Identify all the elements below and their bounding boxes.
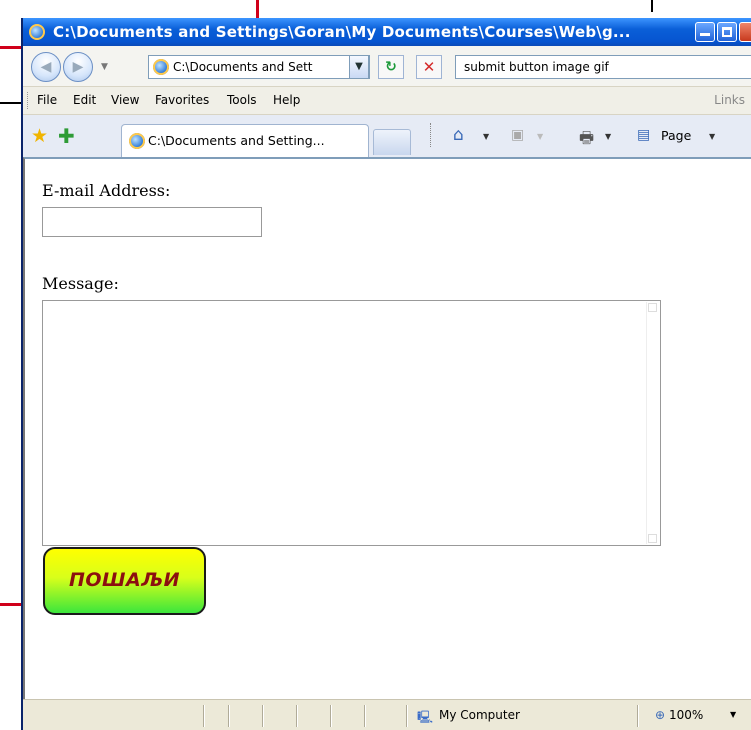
email-label: E-mail Address:	[42, 181, 171, 200]
tab-title: C:\Documents and Setting...	[148, 133, 325, 148]
page-icon[interactable]: ▤	[637, 127, 650, 143]
zoom-icon: ⊕	[655, 708, 666, 722]
address-text[interactable]: C:\Documents and Sett	[173, 60, 313, 74]
zoom-dropdown-icon[interactable]: ▼	[730, 710, 736, 719]
new-tab-button[interactable]	[373, 129, 411, 155]
page-menu[interactable]: Page	[661, 128, 691, 143]
send-button-label: ПОШАЉИ	[68, 569, 181, 591]
status-separator	[406, 705, 408, 727]
window-title: C:\Documents and Settings\Goran\My Docum…	[53, 23, 631, 41]
send-button[interactable]: ПОШАЉИ	[43, 547, 206, 615]
search-text[interactable]: submit button image gif	[464, 60, 609, 74]
links-toolbar[interactable]: Links	[714, 93, 745, 107]
status-separator	[364, 705, 366, 727]
page-content: E-mail Address: Message: ПОШАЉИ	[23, 157, 751, 699]
feeds-dropdown-icon: ▼	[537, 132, 544, 141]
toolbar-grip[interactable]	[27, 92, 31, 109]
title-bar: C:\Documents and Settings\Goran\My Docum…	[23, 18, 751, 46]
favorites-star-icon[interactable]: ★	[31, 125, 48, 147]
print-icon[interactable]: 🖶	[579, 127, 594, 154]
email-field[interactable]	[42, 207, 262, 237]
message-scrollbar[interactable]	[646, 302, 659, 544]
navigation-bar: ◀ ▶ ▼ C:\Documents and Sett ▼ ↻ ✕ submit…	[23, 46, 751, 87]
status-separator	[262, 705, 264, 727]
message-label: Message:	[42, 274, 119, 293]
annotation-line	[651, 0, 653, 12]
stop-button[interactable]: ✕	[416, 55, 442, 79]
menu-favorites[interactable]: Favorites	[155, 93, 209, 107]
search-box[interactable]: submit button image gif	[455, 55, 751, 79]
menu-help[interactable]: Help	[273, 93, 300, 107]
tab-bar: ★ ✚ C:\Documents and Setting... ⌂ ▼ ▣ ▼ …	[23, 115, 751, 158]
computer-zone-icon: 🖳	[417, 710, 434, 724]
maximize-button[interactable]	[717, 22, 737, 42]
menu-bar: File Edit View Favorites Tools Help Link…	[23, 87, 751, 115]
page-dropdown-icon[interactable]: ▼	[709, 132, 715, 141]
annotation-line	[0, 102, 22, 104]
home-icon[interactable]: ⌂	[453, 125, 464, 145]
security-zone[interactable]: My Computer	[439, 708, 520, 722]
status-separator	[296, 705, 298, 727]
page-icon	[153, 59, 169, 75]
back-button[interactable]: ◀	[31, 52, 61, 82]
forward-arrow-icon: ▶	[72, 59, 84, 75]
status-separator	[228, 705, 230, 727]
address-dropdown-button[interactable]: ▼	[349, 55, 369, 79]
scroll-up-button[interactable]	[648, 303, 657, 312]
menu-tools[interactable]: Tools	[227, 93, 257, 107]
status-bar: 🖳 My Computer ⊕ 100% ▼	[23, 699, 751, 730]
menu-edit[interactable]: Edit	[73, 93, 96, 107]
ie-icon	[29, 24, 45, 40]
tab-active[interactable]: C:\Documents and Setting...	[121, 124, 369, 157]
forward-button[interactable]: ▶	[63, 52, 93, 82]
minimize-button[interactable]	[695, 22, 715, 42]
message-textarea[interactable]	[42, 300, 661, 546]
add-favorites-icon[interactable]: ✚	[58, 124, 75, 148]
back-arrow-icon: ◀	[40, 59, 52, 75]
status-separator	[637, 705, 639, 727]
zoom-level[interactable]: 100%	[669, 708, 703, 722]
close-button[interactable]	[739, 22, 751, 42]
address-bar[interactable]: C:\Documents and Sett	[148, 55, 370, 79]
recent-pages-dropdown-icon[interactable]: ▼	[101, 62, 108, 72]
browser-window: C:\Documents and Settings\Goran\My Docum…	[21, 18, 751, 730]
scroll-down-button[interactable]	[648, 534, 657, 543]
home-dropdown-icon[interactable]: ▼	[483, 132, 489, 141]
refresh-button[interactable]: ↻	[378, 55, 404, 79]
print-dropdown-icon[interactable]: ▼	[605, 132, 611, 141]
status-separator	[330, 705, 332, 727]
feeds-icon[interactable]: ▣	[511, 127, 524, 143]
tab-page-icon	[129, 133, 145, 149]
toolbar-separator	[430, 123, 433, 147]
menu-file[interactable]: File	[37, 93, 57, 107]
status-separator	[203, 705, 205, 727]
menu-view[interactable]: View	[111, 93, 139, 107]
